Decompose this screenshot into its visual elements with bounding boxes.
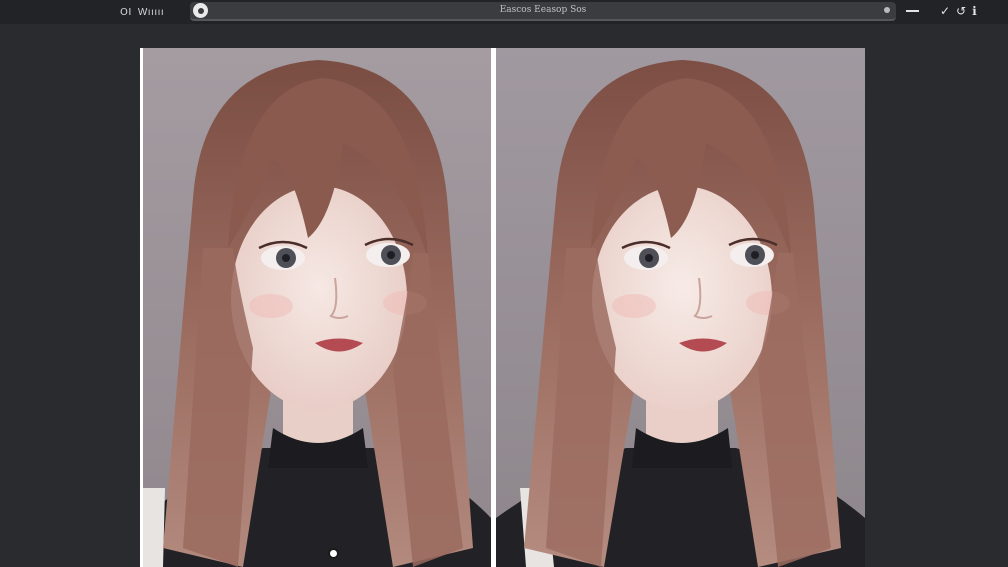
comparison-canvas	[140, 48, 865, 567]
toolbar-tools: ✓ ↺ ℹ	[940, 3, 977, 19]
after-image-panel[interactable]	[496, 48, 865, 567]
title-bar: OI Wııııı Eascos Eeasop Sos ✓ ↺ ℹ	[0, 0, 1008, 24]
app-logo: OI	[120, 6, 132, 18]
check-icon[interactable]: ✓	[940, 3, 950, 19]
portrait-after	[496, 48, 865, 567]
undo-icon[interactable]: ↺	[956, 3, 966, 19]
address-text: Eascos Eeasop Sos	[499, 5, 587, 15]
compare-slider-handle[interactable]	[328, 548, 339, 559]
before-image-panel[interactable]	[143, 48, 491, 567]
app-name: Wııııı	[137, 6, 165, 18]
photo-editor-window: OI Wııııı Eascos Eeasop Sos ✓ ↺ ℹ	[0, 0, 1008, 567]
minimize-icon[interactable]	[906, 10, 919, 12]
info-icon[interactable]: ℹ	[972, 3, 977, 19]
reload-icon[interactable]	[884, 7, 890, 13]
app-brand: OI Wııııı	[120, 5, 164, 19]
address-bar[interactable]: Eascos Eeasop Sos	[190, 2, 896, 21]
portrait-before	[143, 48, 491, 567]
